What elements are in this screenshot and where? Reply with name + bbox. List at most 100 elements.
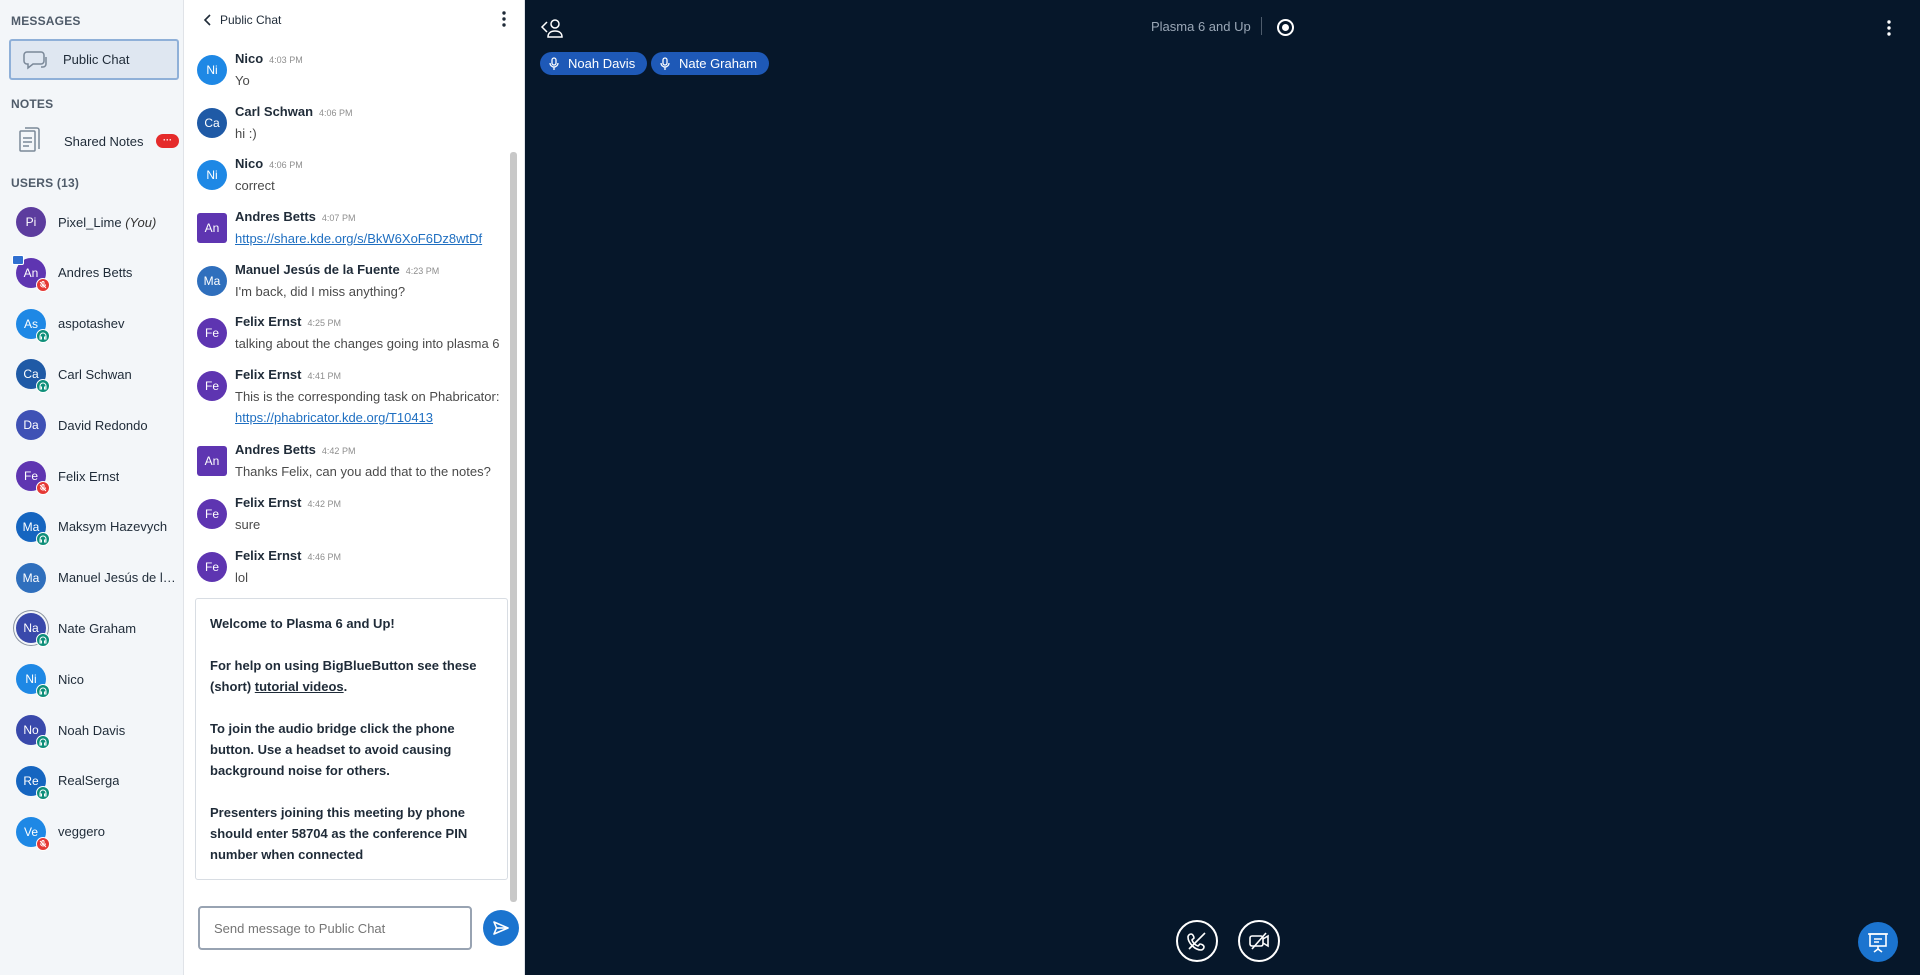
- user-name: veggero: [58, 824, 105, 839]
- user-list-item[interactable]: Ma Manuel Jesús de la F...: [16, 561, 182, 595]
- user-name-text: Manuel Jesús de la F...: [58, 570, 182, 586]
- presentation-icon: [1868, 933, 1888, 953]
- message-text: This is the corresponding task on Phabri…: [235, 386, 499, 428]
- avatar: Fe: [197, 318, 227, 348]
- avatar: Ca: [16, 359, 50, 394]
- microphone-icon: [549, 56, 559, 70]
- message-time: 4:06 PM: [269, 160, 303, 170]
- message-text: Thanks Felix, can you add that to the no…: [235, 461, 491, 482]
- user-name: Noah Davis: [58, 723, 125, 738]
- chat-message: Fe Felix Ernst 4:41 PM This is the correspo…: [195, 366, 513, 425]
- avatar: Ni: [197, 55, 227, 85]
- message-line: Thanks Felix, can you add that to the no…: [235, 464, 491, 479]
- tutorial-videos-link[interactable]: tutorial videos: [255, 679, 344, 694]
- record-icon[interactable]: [1277, 19, 1294, 36]
- toggle-user-list-icon[interactable]: [540, 17, 564, 39]
- send-message-button[interactable]: [483, 910, 519, 946]
- avatar: Na: [16, 613, 50, 648]
- message-time: 4:46 PM: [307, 552, 341, 562]
- user-name-text: Felix Ernst: [58, 468, 120, 484]
- message-text: https://share.kde.org/s/BkW6XoF6Dz8wtDf: [235, 228, 482, 249]
- user-name-text: Carl Schwan: [58, 366, 132, 382]
- shared-notes-item[interactable]: Shared Notes ···: [9, 124, 179, 158]
- welcome-text: Welcome to: [210, 616, 287, 631]
- user-name-text: Andres Betts: [58, 265, 133, 281]
- user-name: Pixel_Lime (You): [58, 215, 156, 230]
- message-time: 4:25 PM: [307, 318, 341, 328]
- user-list-item[interactable]: Fe Felix Ernst: [16, 459, 182, 495]
- message-line: Yo: [235, 73, 250, 88]
- avatar-initials: Da: [23, 418, 39, 433]
- chat-title[interactable]: Public Chat: [220, 13, 281, 27]
- chevron-left-icon[interactable]: [202, 14, 214, 26]
- message-link[interactable]: https://share.kde.org/s/BkW6XoF6Dz8wtDf: [235, 231, 482, 246]
- user-name-text: Noah Davis: [58, 722, 126, 738]
- message-header: Felix Ernst 4:42 PM: [235, 494, 341, 512]
- user-list-item[interactable]: Ma Maksym Hazevych: [16, 510, 182, 546]
- chat-header: Public Chat: [185, 0, 525, 40]
- avatar: Fe: [197, 371, 227, 401]
- user-list-item[interactable]: Da David Redondo: [16, 408, 182, 442]
- user-list-item[interactable]: Ni Nico: [16, 662, 182, 699]
- avatar-initials: Ma: [22, 519, 40, 534]
- share-webcam-button[interactable]: [1238, 920, 1280, 962]
- headphones-icon: [36, 785, 50, 800]
- message-time: 4:06 PM: [319, 108, 353, 118]
- message-line: hi :): [235, 126, 257, 141]
- avatar-initials: Ca: [23, 367, 39, 382]
- user-list-item[interactable]: Re RealSerga: [16, 764, 182, 800]
- avatar: Da: [16, 410, 46, 441]
- talking-indicator[interactable]: Nate Graham: [651, 52, 770, 75]
- avatar: Ve: [16, 816, 50, 851]
- chat-message: Fe Felix Ernst 4:46 PM lol: [195, 547, 513, 597]
- public-chat-item[interactable]: Public Chat: [9, 39, 179, 80]
- chat-message: An Andres Betts 4:07 PM https://share.kde.o…: [195, 208, 513, 258]
- user-name-text: David Redondo: [58, 417, 148, 433]
- user-name: RealSerga: [58, 773, 119, 788]
- user-list-item[interactable]: Ca Carl Schwan: [16, 357, 182, 394]
- message-header: Andres Betts 4:42 PM: [235, 441, 355, 459]
- message-time: 4:03 PM: [269, 55, 303, 65]
- help-punct: .: [343, 679, 348, 694]
- more-options-icon[interactable]: [1887, 20, 1891, 36]
- chat-message: Fe Felix Ernst 4:42 PM sure: [195, 494, 513, 544]
- more-options-icon[interactable]: [502, 11, 506, 27]
- sender-name: Manuel Jesús de la Fuente: [235, 262, 400, 277]
- messages-section-title: MESSAGES: [11, 14, 81, 28]
- user-list-item[interactable]: An Andres Betts: [12, 254, 182, 292]
- user-list-item[interactable]: Na Nate Graham: [16, 611, 182, 648]
- join-audio-button[interactable]: [1176, 920, 1218, 962]
- chat-message-input[interactable]: [198, 906, 472, 950]
- message-link[interactable]: https://phabricator.kde.org/T10413: [235, 410, 433, 425]
- user-list-item[interactable]: Ve veggero: [16, 815, 182, 851]
- message-line: This is the corresponding task on Phabri…: [235, 389, 500, 404]
- sender-name: Nico: [235, 156, 264, 171]
- message-line: talking about the changes going into pla…: [235, 336, 500, 351]
- chat-message: Ni Nico 4:06 PM correct: [195, 155, 513, 205]
- message-line: correct: [235, 178, 275, 193]
- avatar: Fe: [197, 552, 227, 582]
- notes-icon: [19, 127, 40, 152]
- user-list-item[interactable]: Pi Pixel_Lime (You): [16, 205, 182, 239]
- user-name-text: Nate Graham: [58, 620, 137, 636]
- avatar: No: [16, 715, 50, 749]
- user-name-text: Pixel_Lime: [58, 214, 122, 230]
- meeting-name: Plasma 6 and Up: [286, 616, 391, 631]
- avatar: An: [197, 446, 227, 476]
- user-list-item[interactable]: No Noah Davis: [16, 713, 182, 749]
- user-name: Nico: [58, 672, 84, 687]
- sender-name: Carl Schwan: [235, 104, 314, 119]
- user-list-item[interactable]: As aspotashev: [16, 307, 182, 343]
- user-name: Maksym Hazevych: [58, 519, 167, 534]
- chat-message: Ca Carl Schwan 4:06 PM hi :): [195, 103, 513, 153]
- shared-notes-label: Shared Notes: [64, 133, 144, 149]
- restore-presentation-button[interactable]: [1858, 922, 1898, 962]
- sender-name: Andres Betts: [235, 209, 316, 224]
- video-off-icon: [1249, 932, 1269, 950]
- avatar-initials: Re: [23, 773, 39, 788]
- headphones-icon: [36, 633, 50, 648]
- talking-indicator[interactable]: Noah Davis: [540, 52, 648, 75]
- user-name: Manuel Jesús de la F...: [58, 570, 182, 585]
- chat-scrollbar[interactable]: [510, 152, 517, 902]
- avatar-initials: An: [23, 265, 39, 280]
